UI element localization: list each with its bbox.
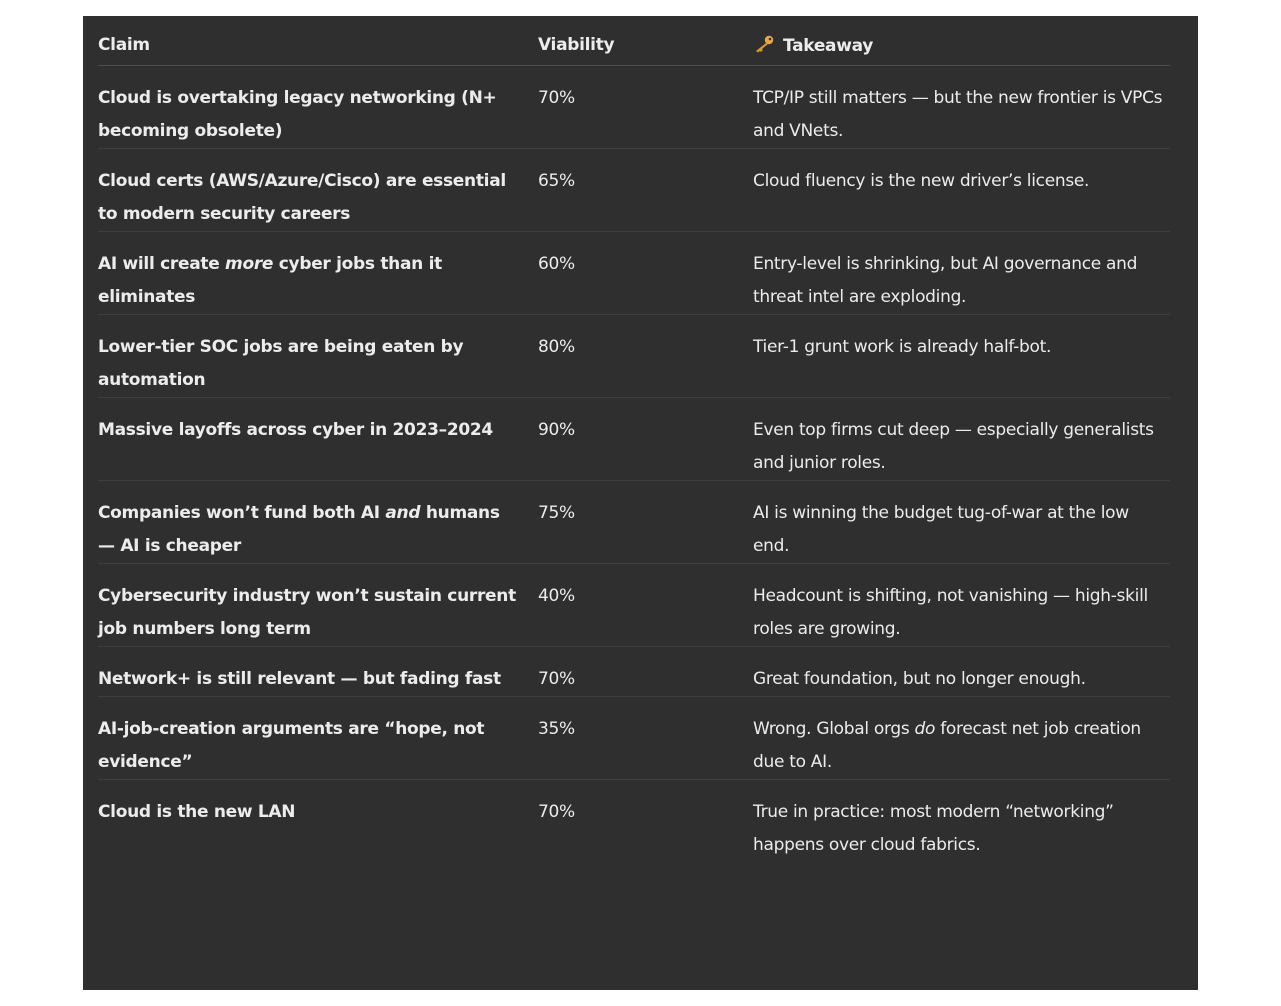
claim-emphasis: more xyxy=(225,253,274,274)
takeaway-cell: AI is winning the budget tug-of-war at t… xyxy=(753,480,1170,564)
table-row: Cloud is overtaking legacy networking (N… xyxy=(98,65,1170,149)
table-row: Companies won’t fund both AI and humans … xyxy=(98,480,1170,564)
viability-cell: 75% xyxy=(538,480,753,564)
key-icon xyxy=(756,35,774,53)
claim-cell: Cloud is overtaking legacy networking (N… xyxy=(98,65,538,149)
claim-cell: Cloud is the new LAN xyxy=(98,801,296,822)
table-row: Massive layoffs across cyber in 2023–202… xyxy=(98,397,1170,481)
claim-text: AI will create xyxy=(98,253,226,274)
takeaway-cell: Headcount is shifting, not vanishing — h… xyxy=(753,563,1170,647)
viability-cell: 80% xyxy=(538,314,753,398)
viability-cell: 70% xyxy=(538,646,753,697)
viability-cell: 70% xyxy=(538,801,575,822)
viability-cell: 90% xyxy=(538,397,753,481)
table-header-row: Claim Viability Takeaway xyxy=(98,26,1170,66)
header-takeaway-label: Takeaway xyxy=(783,35,874,56)
claim-cell: Cloud certs (AWS/Azure/Cisco) are essent… xyxy=(98,148,538,232)
table-row: Cloud is the new LAN 70% True in practic… xyxy=(98,779,1170,862)
table-row: Cloud certs (AWS/Azure/Cisco) are essent… xyxy=(98,148,1170,232)
takeaway-cell: Wrong. Global orgs do forecast net job c… xyxy=(753,696,1170,780)
viability-cell: 40% xyxy=(538,563,753,647)
viability-cell: 65% xyxy=(538,148,753,232)
claim-cell: Network+ is still relevant — but fading … xyxy=(98,646,538,697)
header-claim: Claim xyxy=(98,26,538,66)
viability-cell: 70% xyxy=(538,65,753,149)
claim-cell: Lower-tier SOC jobs are being eaten by a… xyxy=(98,314,538,398)
viability-cell: 60% xyxy=(538,231,753,315)
takeaway-cell: Tier-1 grunt work is already half-bot. xyxy=(753,314,1170,398)
header-viability: Viability xyxy=(538,26,753,66)
table-row: Network+ is still relevant — but fading … xyxy=(98,646,1170,697)
claim-emphasis: and xyxy=(385,502,421,523)
takeaway-emphasis: do xyxy=(914,718,936,739)
header-takeaway: Takeaway xyxy=(753,26,1170,66)
table-row: Lower-tier SOC jobs are being eaten by a… xyxy=(98,314,1170,398)
takeaway-cell: Great foundation, but no longer enough. xyxy=(753,646,1170,697)
claim-text: Companies won’t fund both AI xyxy=(98,502,386,523)
claim-cell: AI-job-creation arguments are “hope, not… xyxy=(98,696,538,780)
claims-table: Claim Viability Takeaway Cloud is overta… xyxy=(98,26,1170,862)
takeaway-cell: Entry-level is shrinking, but AI governa… xyxy=(753,231,1170,315)
takeaway-cell: Cloud fluency is the new driver’s licens… xyxy=(753,148,1170,232)
table-row: AI will create more cyber jobs than it e… xyxy=(98,231,1170,315)
table-row: AI-job-creation arguments are “hope, not… xyxy=(98,696,1170,780)
claim-cell: Companies won’t fund both AI and humans … xyxy=(98,480,538,564)
claim-cell: AI will create more cyber jobs than it e… xyxy=(98,231,538,315)
comparison-table-panel: Claim Viability Takeaway Cloud is overta… xyxy=(83,16,1198,990)
takeaway-cell: Even top firms cut deep — especially gen… xyxy=(753,397,1170,481)
takeaway-cell: True in practice: most modern “networkin… xyxy=(753,801,1114,855)
takeaway-text: Wrong. Global orgs xyxy=(753,718,915,739)
claim-cell: Massive layoffs across cyber in 2023–202… xyxy=(98,397,538,481)
takeaway-cell: TCP/IP still matters — but the new front… xyxy=(753,65,1170,149)
table-row: Cybersecurity industry won’t sustain cur… xyxy=(98,563,1170,647)
viability-cell: 35% xyxy=(538,696,753,780)
claim-cell: Cybersecurity industry won’t sustain cur… xyxy=(98,563,538,647)
